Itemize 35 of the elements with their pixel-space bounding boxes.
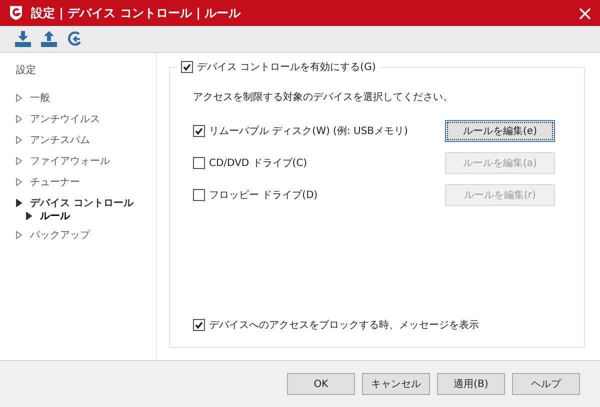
tree-item[interactable]: ファイアウォール bbox=[16, 150, 156, 171]
dialog-button[interactable]: 適用(B) bbox=[437, 373, 505, 395]
dialog-button[interactable]: OK bbox=[287, 373, 355, 395]
checkbox-label: デバイス コントロールを有効にする(G) bbox=[197, 60, 376, 74]
checkbox[interactable] bbox=[193, 319, 205, 331]
dialog-button[interactable]: ヘルプ bbox=[512, 373, 580, 395]
tree-item[interactable]: 一般 bbox=[16, 87, 156, 108]
checkbox[interactable] bbox=[193, 125, 205, 137]
tree-item[interactable]: バックアップ bbox=[16, 224, 156, 245]
tree-item[interactable]: アンチウイルス bbox=[16, 108, 156, 129]
upload-icon[interactable] bbox=[40, 30, 58, 48]
edit-rules-button[interactable]: ルールを編集(e) bbox=[445, 120, 555, 142]
checkbox-label: CD/DVD ドライブ(C) bbox=[209, 156, 308, 170]
reset-icon[interactable] bbox=[66, 30, 84, 48]
tree-item[interactable]: チューナー bbox=[16, 171, 156, 192]
shield-logo-icon bbox=[8, 5, 24, 21]
close-button[interactable]: × bbox=[570, 3, 600, 23]
instruction-text: アクセスを制限する対象のデバイスを選択してください。 bbox=[193, 90, 454, 104]
checkbox-label: リムーバブル ディスク(W) (例: USBメモリ) bbox=[209, 124, 408, 138]
checkbox-label: フロッピー ドライブ(D) bbox=[209, 188, 318, 202]
download-icon[interactable] bbox=[14, 30, 32, 48]
outline-triangle-icon[interactable] bbox=[16, 136, 22, 144]
window-title: 設定 | デバイス コントロール | ルール bbox=[31, 4, 242, 22]
outline-triangle-icon[interactable] bbox=[16, 94, 22, 102]
dialog-button[interactable]: キャンセル bbox=[362, 373, 430, 395]
outline-triangle-icon[interactable] bbox=[16, 114, 22, 122]
outline-triangle-icon[interactable] bbox=[16, 156, 22, 164]
filled-triangle-icon[interactable] bbox=[16, 198, 22, 206]
outline-triangle-icon[interactable] bbox=[16, 178, 22, 186]
checkbox-label: デバイスへのアクセスをブロックする時、メッセージを表示 bbox=[209, 318, 479, 332]
outline-triangle-icon[interactable] bbox=[16, 230, 22, 238]
sidebar-heading: 設定 bbox=[16, 64, 37, 77]
filled-triangle-icon[interactable] bbox=[26, 212, 32, 220]
tree-item[interactable]: アンチスパム bbox=[16, 129, 156, 150]
checkbox[interactable] bbox=[181, 61, 193, 73]
